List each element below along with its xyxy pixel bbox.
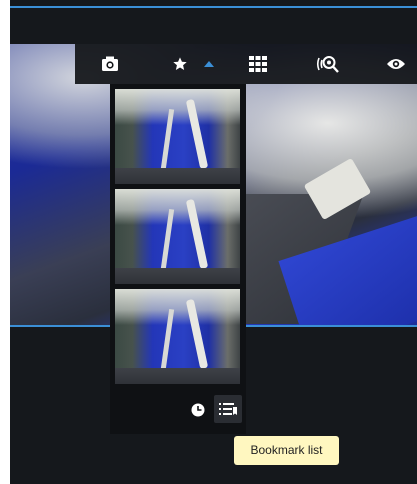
bookmark-dropdown-panel (110, 84, 246, 434)
layout-button[interactable] (241, 44, 275, 84)
caret-up-icon (204, 61, 214, 67)
thumbnail-scene-shape (115, 168, 240, 184)
snapshot-button[interactable] (93, 44, 127, 84)
bookmark-thumbnail[interactable] (115, 89, 240, 184)
bookmark-panel-footer (110, 384, 246, 434)
motion-search-button[interactable] (311, 44, 345, 84)
eye-icon (387, 59, 405, 69)
bookmark-list-icon (219, 403, 237, 415)
bookmark-thumbnail[interactable] (115, 189, 240, 284)
thumbnail-scene-shape (115, 268, 240, 284)
thumbnail-scene-shape (185, 298, 209, 370)
bookmark-dropdown-toggle[interactable] (199, 44, 219, 84)
video-toolbar (75, 44, 417, 84)
bookmark-list-button[interactable] (214, 395, 242, 423)
top-bar (10, 8, 417, 44)
search-signal-icon (316, 56, 339, 73)
star-icon (173, 57, 187, 70)
thumbnail-scene-shape (185, 98, 209, 170)
bookmark-list-tooltip: Bookmark list (234, 436, 339, 465)
thumbnail-scene-shape (115, 368, 240, 384)
thumbnail-scene-shape (185, 198, 209, 270)
view-button[interactable] (379, 44, 413, 84)
thumbnail-scene-shape (160, 308, 175, 370)
camera-icon (102, 56, 118, 71)
thumbnail-scene-shape (160, 208, 175, 270)
bookmark-button[interactable] (163, 44, 197, 84)
clock-icon (191, 403, 205, 417)
grid-icon (249, 56, 267, 72)
bookmark-thumbnail[interactable] (115, 289, 240, 384)
thumbnail-scene-shape (160, 108, 175, 170)
history-button[interactable] (186, 398, 210, 422)
camera-viewer: Bookmark list (10, 0, 417, 484)
